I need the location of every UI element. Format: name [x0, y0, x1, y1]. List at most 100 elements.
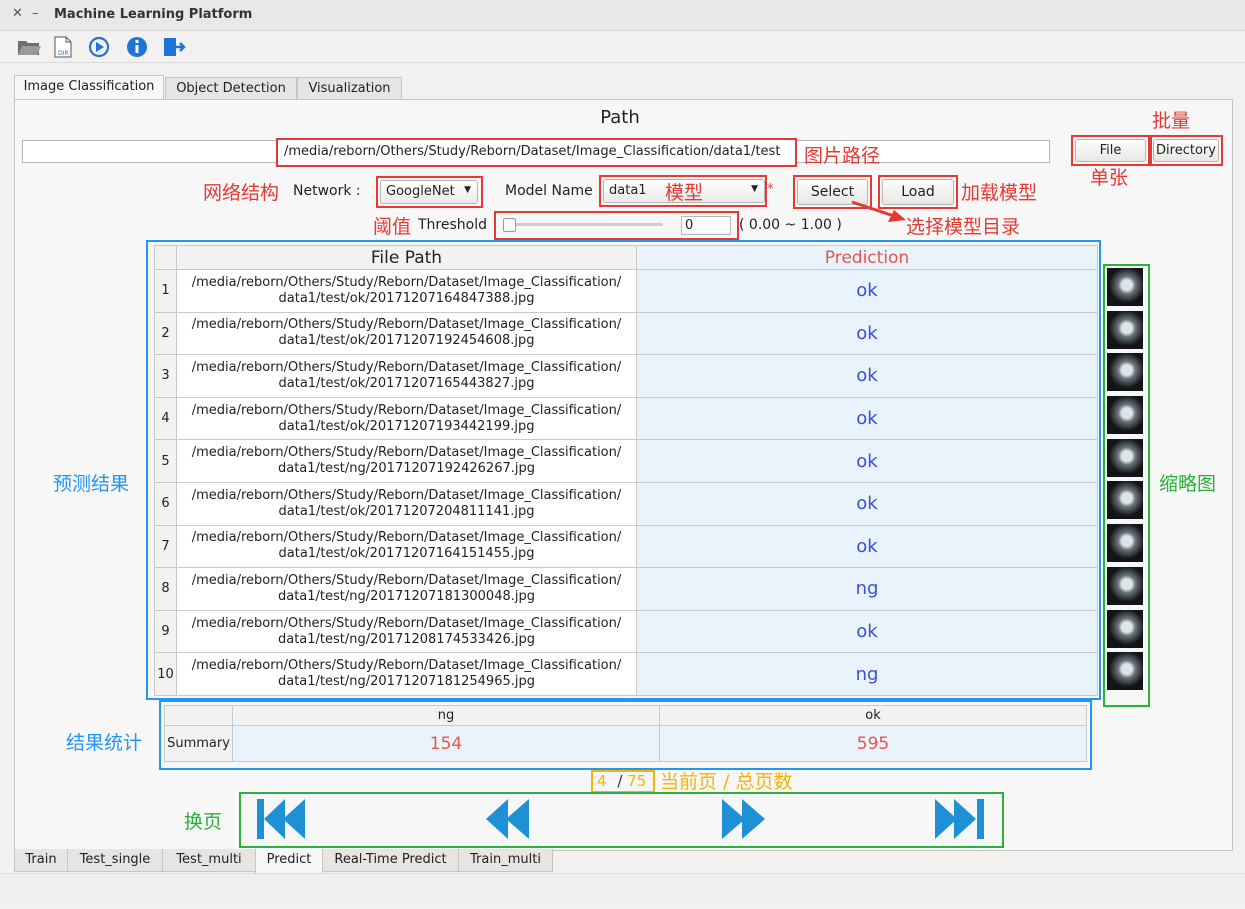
table-row[interactable]: 10/media/reborn/Others/Study/Reborn/Data…	[154, 652, 1098, 696]
table-row[interactable]: 7/media/reborn/Others/Study/Reborn/Datas…	[154, 524, 1098, 569]
pager-highlight	[239, 792, 1004, 848]
file-path-line2: data1/test/ok/20171207165443827.jpg	[278, 375, 535, 391]
thumbnail-image[interactable]	[1107, 268, 1143, 306]
directory-file-icon[interactable]: DIR	[50, 35, 76, 59]
thumbnail-image[interactable]	[1107, 566, 1143, 605]
status-strip	[0, 873, 1245, 904]
next-page-icon[interactable]	[720, 797, 768, 841]
threshold-slider-handle[interactable]	[503, 218, 516, 232]
tab-real-time-predict[interactable]: Real-Time Predict	[322, 849, 459, 872]
tab-test-multi[interactable]: Test_multi	[162, 849, 256, 872]
thumbnail-image[interactable]	[1107, 524, 1143, 563]
title-bar: ✕ – Machine Learning Platform	[0, 0, 1245, 31]
file-path-cell: /media/reborn/Others/Study/Reborn/Datase…	[176, 396, 637, 441]
file-path-line1: /media/reborn/Others/Study/Reborn/Datase…	[191, 530, 622, 546]
table-row[interactable]: 1/media/reborn/Others/Study/Reborn/Datas…	[154, 269, 1098, 313]
thumbnail-image[interactable]	[1107, 438, 1143, 477]
annotation-network-structure: 网络结构	[203, 182, 280, 204]
prediction-cell: ok	[636, 439, 1098, 483]
file-path-line1: /media/reborn/Others/Study/Reborn/Datase…	[191, 445, 622, 461]
summary-header-ok: ok	[659, 705, 1087, 726]
summary-row-label: Summary	[164, 725, 233, 762]
directory-button[interactable]: Directory	[1153, 139, 1219, 162]
tab-predict[interactable]: Predict	[255, 849, 323, 874]
tab-train-multi[interactable]: Train_multi	[458, 849, 553, 872]
table-row[interactable]: 5/media/reborn/Others/Study/Reborn/Datas…	[154, 439, 1098, 483]
arrow-icon	[851, 200, 906, 222]
annotation-change-page: 换页	[184, 811, 223, 833]
close-window-icon[interactable]: ✕	[12, 6, 23, 21]
thumbnail-image[interactable]	[1107, 652, 1143, 691]
exit-icon[interactable]	[161, 35, 187, 59]
previous-page-icon[interactable]	[484, 797, 532, 841]
prediction-cell: ok	[636, 269, 1098, 313]
thumbnail-image[interactable]	[1107, 353, 1143, 392]
corner-cell	[154, 245, 177, 270]
table-row[interactable]: 9/media/reborn/Others/Study/Reborn/Datas…	[154, 609, 1098, 654]
summary-header-ng: ng	[232, 705, 660, 726]
row-index: 1	[154, 269, 177, 313]
last-page-icon[interactable]	[933, 797, 987, 841]
prediction-cell: ok	[636, 396, 1098, 441]
tab-test-single[interactable]: Test_single	[67, 849, 163, 872]
threshold-slider-track[interactable]	[505, 223, 663, 226]
table-row[interactable]: 8/media/reborn/Others/Study/Reborn/Datas…	[154, 567, 1098, 611]
current-page: 4	[597, 772, 607, 790]
summary-ok-count: 595	[659, 725, 1087, 762]
model-name-label: Model Name	[505, 183, 593, 199]
tab-object-detection[interactable]: Object Detection	[165, 77, 297, 100]
table-row[interactable]: 2/media/reborn/Others/Study/Reborn/Datas…	[154, 311, 1098, 356]
file-path-line2: data1/test/ng/20171207192426267.jpg	[277, 461, 535, 477]
annotation-model: 模型	[665, 182, 704, 204]
annotation-select-model-dir: 选择模型目录	[906, 216, 1021, 238]
file-path-line1: /media/reborn/Others/Study/Reborn/Datase…	[191, 658, 622, 674]
annotation-batch: 批量	[1152, 110, 1191, 132]
tab-image-classification[interactable]: Image Classification	[14, 75, 164, 101]
threshold-range: ( 0.00 ~ 1.00 )	[739, 217, 842, 233]
play-circle-icon[interactable]	[86, 35, 112, 59]
table-row[interactable]: 3/media/reborn/Others/Study/Reborn/Datas…	[154, 354, 1098, 398]
annotation-result-stats: 结果统计	[66, 732, 143, 754]
prediction-cell: ng	[636, 652, 1098, 696]
header-prediction[interactable]: Prediction	[636, 245, 1098, 270]
file-path-line1: /media/reborn/Others/Study/Reborn/Datase…	[191, 317, 622, 333]
row-index: 3	[154, 354, 177, 398]
summary-table: ng ok Summary 154 595	[164, 705, 1087, 762]
file-path-cell: /media/reborn/Others/Study/Reborn/Datase…	[176, 524, 637, 569]
threshold-value: 0	[685, 218, 694, 233]
prediction-table: File Path Prediction 1/media/reborn/Othe…	[154, 245, 1098, 696]
header-file-path[interactable]: File Path	[176, 245, 637, 270]
thumbnail-image[interactable]	[1107, 481, 1143, 520]
threshold-input[interactable]: 0	[681, 216, 731, 235]
file-button[interactable]: File	[1075, 139, 1146, 162]
tab-visualization[interactable]: Visualization	[297, 77, 402, 100]
table-row[interactable]: 6/media/reborn/Others/Study/Reborn/Datas…	[154, 481, 1098, 526]
folder-open-icon[interactable]	[16, 35, 42, 59]
file-path-line1: /media/reborn/Others/Study/Reborn/Datase…	[191, 487, 622, 503]
network-selected: GoogleNet	[386, 184, 455, 199]
network-select[interactable]: GoogleNet ▼	[380, 180, 478, 204]
row-index: 8	[154, 567, 177, 611]
file-path-cell: /media/reborn/Others/Study/Reborn/Datase…	[176, 481, 637, 526]
annotation-single: 单张	[1090, 167, 1129, 189]
thumbnail-image[interactable]	[1107, 310, 1143, 349]
file-path-cell: /media/reborn/Others/Study/Reborn/Datase…	[176, 439, 637, 483]
thumbnail-image[interactable]	[1107, 396, 1143, 435]
total-pages: 75	[627, 772, 647, 790]
page-indicator: 4 / 75	[591, 770, 655, 793]
tab-train[interactable]: Train	[14, 849, 68, 872]
summary-corner	[164, 705, 233, 726]
thumbnail-image[interactable]	[1107, 609, 1143, 648]
annotation-prediction-result: 预测结果	[53, 473, 130, 495]
prediction-cell: ok	[636, 609, 1098, 654]
first-page-icon[interactable]	[255, 797, 309, 841]
row-index: 10	[154, 652, 177, 696]
minimize-window-icon[interactable]: –	[32, 6, 39, 21]
page-separator: /	[617, 772, 623, 790]
table-row[interactable]: 4/media/reborn/Others/Study/Reborn/Datas…	[154, 396, 1098, 441]
model-selected: data1	[609, 183, 647, 198]
info-icon[interactable]	[124, 35, 150, 59]
file-path-line2: data1/test/ng/20171207181300048.jpg	[277, 588, 535, 604]
chevron-down-icon: ▼	[751, 184, 758, 194]
annotation-image-path: 图片路径	[804, 145, 881, 167]
